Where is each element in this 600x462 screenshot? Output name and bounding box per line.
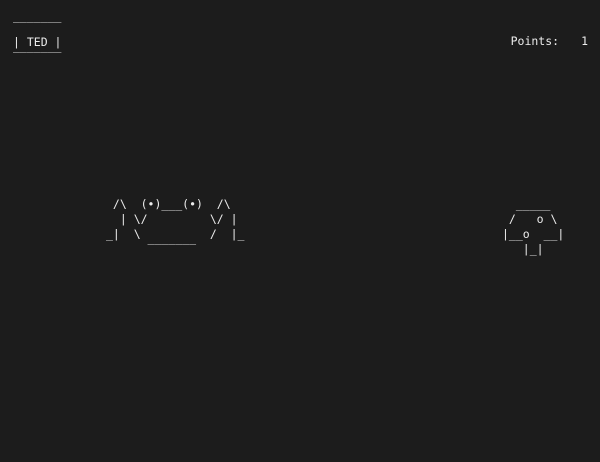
title-box-bottom-border: ‾‾‾‾‾‾‾ bbox=[13, 50, 62, 64]
score-value: 1 bbox=[581, 34, 588, 48]
game-title-box: ‾‾‾‾‾‾‾ | TED | ‾‾‾‾‾‾‾ bbox=[13, 20, 61, 65]
score-label: Points: bbox=[510, 34, 560, 48]
score-display: Points: 1 bbox=[511, 34, 588, 49]
shell-obstacle-sprite: _____ / o \ |__o __| |_| bbox=[502, 197, 565, 256]
player-crab-sprite: /\ (•)___(•) /\ | \/ \/ | _| \ / |_ ‾‾‾‾… bbox=[106, 197, 245, 256]
game-title: | TED | bbox=[13, 35, 62, 49]
title-box-top-border: ‾‾‾‾‾‾‾ bbox=[13, 20, 62, 34]
